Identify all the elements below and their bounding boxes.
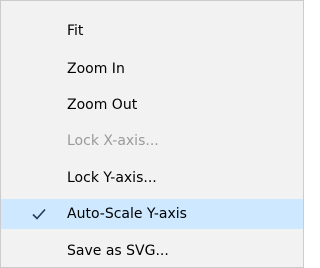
menu-item-label: Save as SVG... (67, 243, 169, 259)
menu-item-auto-scale-y-axis[interactable]: Auto-Scale Y-axis (1, 199, 303, 229)
menu-item-label: Lock X-axis... (67, 133, 159, 149)
menu-item-label: Fit (67, 23, 84, 39)
menu-item-save-as-svg[interactable]: Save as SVG... (1, 236, 303, 266)
menu-item-zoom-out[interactable]: Zoom Out (1, 90, 303, 120)
menu-item-label: Zoom Out (67, 97, 138, 113)
menu-item-label: Lock Y-axis... (67, 170, 157, 186)
check-icon (32, 208, 46, 220)
context-menu: Fit Zoom In Zoom Out Lock X-axis... Lock… (0, 0, 304, 268)
menu-item-lock-x-axis: Lock X-axis... (1, 126, 303, 156)
menu-item-label: Zoom In (67, 61, 125, 77)
menu-item-zoom-in[interactable]: Zoom In (1, 54, 303, 84)
menu-item-fit[interactable]: Fit (1, 16, 303, 46)
menu-item-label: Auto-Scale Y-axis (67, 206, 187, 222)
menu-item-lock-y-axis[interactable]: Lock Y-axis... (1, 163, 303, 193)
